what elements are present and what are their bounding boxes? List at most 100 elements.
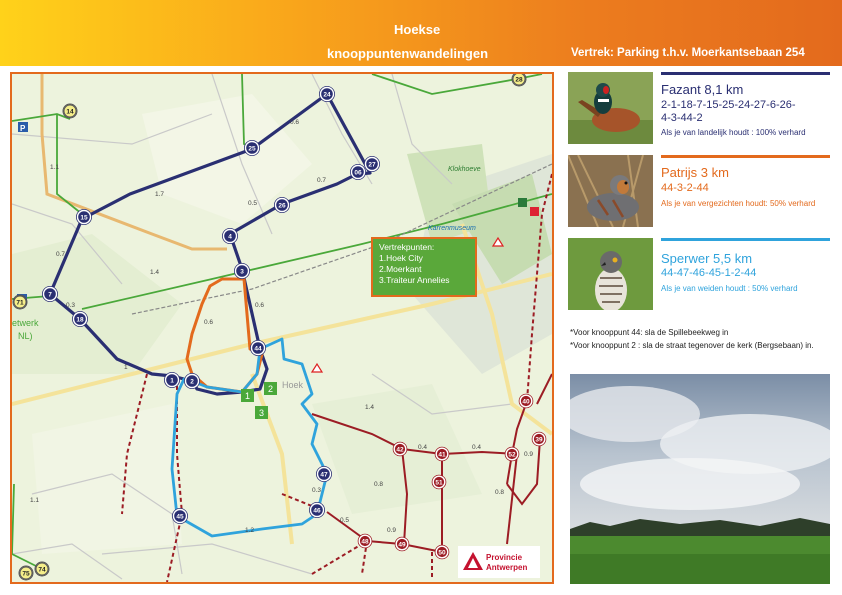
sperwer-note: Als je van weiden houdt : 50% verhard xyxy=(661,284,798,293)
legend-box: Vertrekpunten: 1.Hoek City 2.Moerkant 3.… xyxy=(371,237,477,297)
map-node: 71 xyxy=(12,294,28,310)
map-node: 52 xyxy=(504,446,520,462)
map-node-label: 40 xyxy=(522,398,530,405)
map-node-label: 1 xyxy=(170,377,174,384)
distance-label: 0.5 xyxy=(248,200,257,207)
map-node: 41 xyxy=(434,446,450,462)
logo-line-1: Provincie xyxy=(486,553,523,562)
map-node: 18 xyxy=(72,311,88,327)
patrijs-sequence: 44-3-2-44 xyxy=(661,182,709,194)
map-node: 25 xyxy=(244,140,260,156)
map-node-label: 74 xyxy=(38,566,46,573)
distance-label: 1.1 xyxy=(30,497,39,504)
distance-label: 1.4 xyxy=(150,269,159,276)
distance-label: 1.1 xyxy=(50,164,59,171)
map-node: 74 xyxy=(34,561,50,577)
map-canvas: 1 2 3 Klokhoeve Karrenmuseum Hoek etwerk… xyxy=(12,74,552,582)
map-node-label: 71 xyxy=(16,299,24,306)
map-node-label: 51 xyxy=(435,479,443,486)
title-line-1: Hoekse xyxy=(394,22,441,37)
map-node: 4 xyxy=(222,228,238,244)
fazant-sequence-2: 4-3-44-2 xyxy=(661,112,703,124)
route-card-fazant[interactable]: Fazant 8,1 km 2-1-18-7-15-25-24-27-6-26-… xyxy=(568,72,830,146)
map-node: 2 xyxy=(184,373,200,389)
legend-item-2: 2.Moerkant xyxy=(379,264,422,274)
distance-label: 0.6 xyxy=(204,319,213,326)
fazant-note: Als je van landelijk houdt : 100% verhar… xyxy=(661,128,806,137)
distance-label: 1.2 xyxy=(245,527,254,534)
map-node: 14 xyxy=(62,103,78,119)
distance-label: 1.7 xyxy=(155,191,164,198)
sperwer-title: Sperwer 5,5 km xyxy=(661,251,753,266)
route-card-sperwer[interactable]: Sperwer 5,5 km 44-47-46-45-1-2-44 Als je… xyxy=(568,238,830,312)
map-node-label: 24 xyxy=(323,91,331,98)
distance-label: 0.7 xyxy=(317,177,326,184)
fazant-bar xyxy=(661,72,830,75)
map-node-label: 2 xyxy=(190,378,194,385)
map-node-label: 45 xyxy=(176,513,184,520)
map-node-label: 26 xyxy=(278,202,286,209)
map-node-label: 06 xyxy=(354,169,362,176)
start-location: Vertrek: Parking t.h.v. Moerkantsebaan 2… xyxy=(571,47,805,59)
map-node-label: 7 xyxy=(48,291,52,298)
map-node: 3 xyxy=(234,263,250,279)
logo-line-2: Antwerpen xyxy=(486,563,528,572)
footnote-1: *Voor knooppunt 44: sla de Spillebeekweg… xyxy=(570,328,729,337)
map-node-label: 75 xyxy=(22,570,30,577)
map-node-label: 27 xyxy=(368,161,376,168)
patrijs-bar xyxy=(661,155,830,158)
label-karrenmuseum: Karrenmuseum xyxy=(428,225,476,232)
start-marker-3: 3 xyxy=(259,408,264,418)
map-node: 1 xyxy=(164,372,180,388)
map-node-label: 15 xyxy=(80,214,88,221)
distance-label: 0.5 xyxy=(340,517,349,524)
start-marker-1: 1 xyxy=(245,391,250,401)
distance-label: 0.6 xyxy=(290,119,299,126)
sperwer-photo xyxy=(568,238,653,310)
distance-label: 0.9 xyxy=(524,451,533,458)
map-node-label: 47 xyxy=(320,471,328,478)
map-node-label: 28 xyxy=(515,76,523,83)
patrijs-note: Als je van vergezichten houdt: 50% verha… xyxy=(661,199,816,208)
map-node-label: 4 xyxy=(228,233,232,240)
distance-label: 0.4 xyxy=(418,444,427,451)
route-card-patrijs[interactable]: Patrijs 3 km 44-3-2-44 Als je van vergez… xyxy=(568,155,830,229)
logo-mark xyxy=(463,552,483,570)
map-node: 40 xyxy=(518,393,534,409)
distance-label: 0.3 xyxy=(312,487,321,494)
legend-item-1: 1.Hoek City xyxy=(379,253,423,263)
map-node: 48 xyxy=(357,533,373,549)
map-node-label: 52 xyxy=(508,451,516,458)
map-node-label: 18 xyxy=(76,316,84,323)
distance-label: 1.4 xyxy=(365,404,374,411)
map-node: 46 xyxy=(309,502,325,518)
map-node: 15 xyxy=(76,209,92,225)
map-node: 24 xyxy=(319,86,335,102)
label-netwerk-nl: NL) xyxy=(18,331,33,341)
legend-title: Vertrekpunten: xyxy=(379,242,435,252)
map-node: 06 xyxy=(350,164,366,180)
footnote-2: *Voor knooppunt 2 : sla de straat tegeno… xyxy=(570,341,814,350)
distance-label: 0.4 xyxy=(472,444,481,451)
distance-label: 0.8 xyxy=(495,489,504,496)
patrijs-photo xyxy=(568,155,653,227)
map-node: 51 xyxy=(431,474,447,490)
patrijs-title: Patrijs 3 km xyxy=(661,165,729,180)
route-map[interactable]: 1 2 3 Klokhoeve Karrenmuseum Hoek etwerk… xyxy=(10,72,554,584)
map-node-label: 44 xyxy=(254,345,262,352)
map-node: 47 xyxy=(316,466,332,482)
distance-label: 0.3 xyxy=(66,302,75,309)
info-icon xyxy=(518,198,527,207)
fazant-title: Fazant 8,1 km xyxy=(661,82,744,97)
label-hoek: Hoek xyxy=(282,380,304,390)
map-node-label: 3 xyxy=(240,268,244,275)
fazant-sequence-1: 2-1-18-7-15-25-24-27-6-26- xyxy=(661,99,796,111)
map-node-label: 41 xyxy=(438,451,446,458)
label-klokhoeve: Klokhoeve xyxy=(448,166,481,173)
map-node-label: 49 xyxy=(398,541,406,548)
map-node: 26 xyxy=(274,197,290,213)
distance-label: 0.9 xyxy=(387,527,396,534)
distance-label: 1 xyxy=(124,364,128,371)
map-node: 75 xyxy=(18,565,34,581)
map-node: 28 xyxy=(511,74,527,87)
